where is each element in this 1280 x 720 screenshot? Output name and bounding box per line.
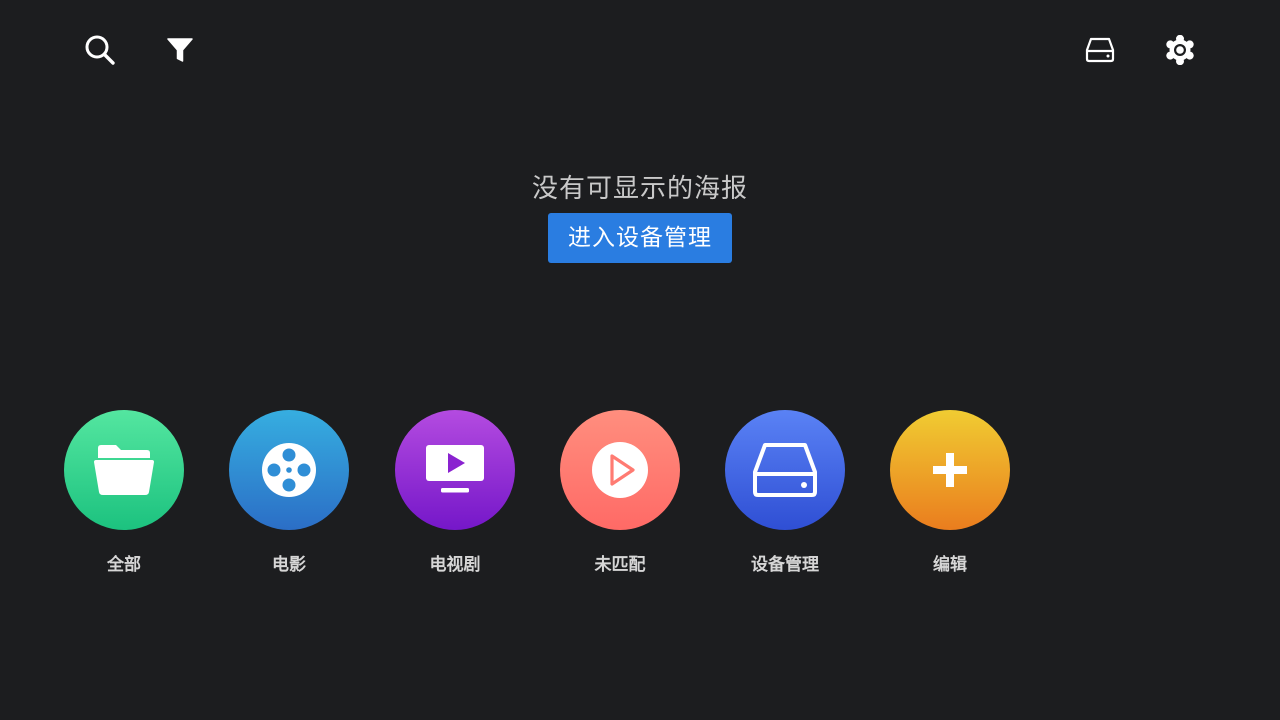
plus-icon: [890, 410, 1010, 530]
hard-drive-icon: [725, 410, 845, 530]
enter-device-management-button[interactable]: 进入设备管理: [548, 213, 732, 263]
play-circle-icon: [560, 410, 680, 530]
category-unmatched[interactable]: 未匹配: [550, 410, 690, 575]
search-icon[interactable]: [82, 32, 118, 68]
category-device-management[interactable]: 设备管理: [715, 410, 855, 575]
category-row: 全部 电影 电视剧 未匹配 设备管理 编辑: [0, 410, 1280, 590]
category-label: 电视剧: [429, 555, 481, 575]
category-tv[interactable]: 电视剧: [385, 410, 525, 575]
film-reel-icon: [229, 410, 349, 530]
filter-icon[interactable]: [162, 32, 198, 68]
category-edit[interactable]: 编辑: [880, 410, 1020, 575]
category-label: 编辑: [933, 555, 967, 575]
folder-icon: [64, 410, 184, 530]
category-all[interactable]: 全部: [54, 410, 194, 575]
category-label: 设备管理: [751, 555, 819, 575]
category-label: 电影: [272, 555, 306, 575]
settings-icon[interactable]: [1162, 32, 1198, 68]
empty-state: 没有可显示的海报 进入设备管理: [0, 168, 1280, 263]
empty-message: 没有可显示的海报: [531, 174, 748, 204]
tv-play-icon: [395, 410, 515, 530]
category-label: 全部: [107, 555, 141, 575]
category-movie[interactable]: 电影: [219, 410, 359, 575]
home-screen: 没有可显示的海报 进入设备管理 全部 电影 电视剧 未匹配 设备管理 编辑: [0, 0, 1280, 720]
storage-icon[interactable]: [1082, 32, 1118, 68]
category-label: 未匹配: [594, 555, 646, 575]
